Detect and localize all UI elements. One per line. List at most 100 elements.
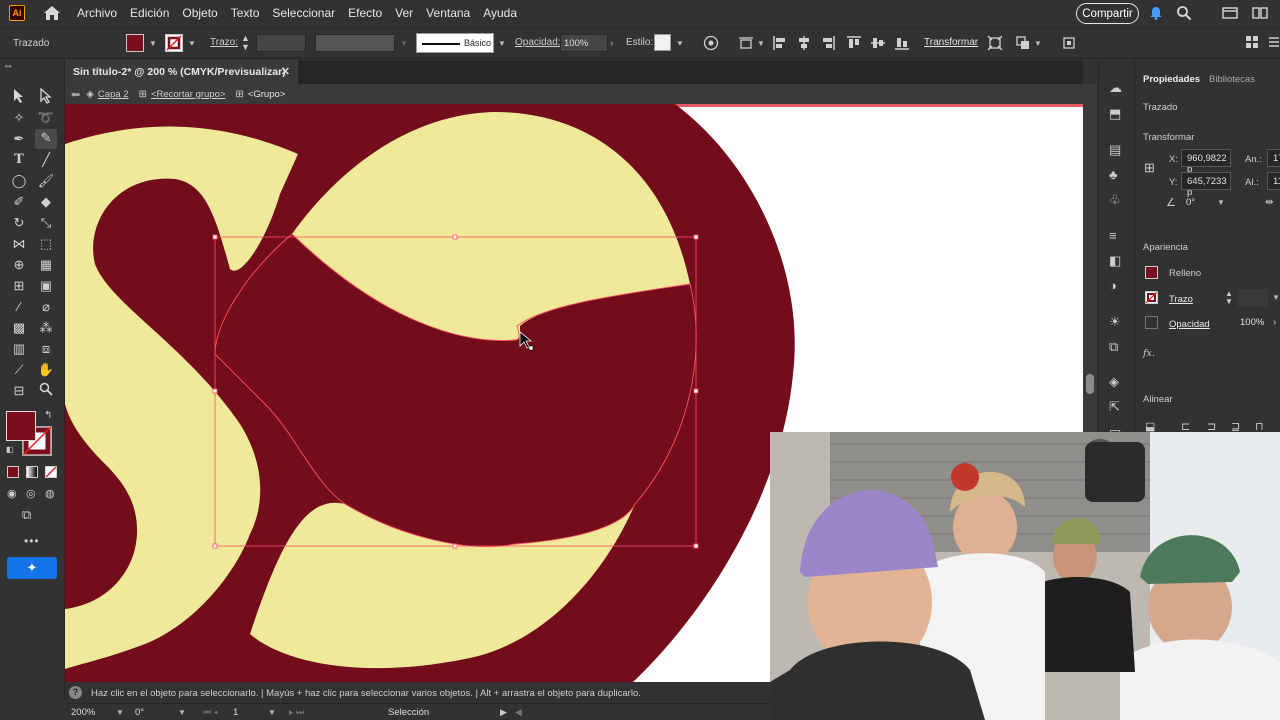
chevron-down-icon[interactable]: ▼ <box>676 39 684 48</box>
opacity-label[interactable]: Opacidad <box>1169 319 1210 330</box>
transform-link[interactable]: Transformar <box>924 37 978 48</box>
chevron-down-icon[interactable]: ▼ <box>178 708 186 717</box>
panel-grid-icon[interactable] <box>1245 35 1259 52</box>
isolate-icon[interactable] <box>987 35 1003 54</box>
rotate-tool-icon[interactable]: ↻ <box>10 214 28 232</box>
opacity-label[interactable]: Opacidad: <box>515 37 561 48</box>
symbols-icon[interactable]: ♧ <box>1109 192 1125 208</box>
brushes-icon[interactable]: ♣ <box>1109 167 1125 183</box>
flip-icon[interactable]: ⇹ <box>1265 197 1273 208</box>
align-vcenter-icon[interactable] <box>870 35 886 54</box>
libraries-icon[interactable]: ☁ <box>1109 80 1125 96</box>
measure-tool-icon[interactable]: ⌀ <box>37 298 55 316</box>
gradient-mode-icon[interactable] <box>26 466 38 478</box>
back-arrow-icon[interactable]: ⬅ <box>71 88 80 101</box>
graphic-style-swatch[interactable] <box>654 34 671 51</box>
gradient-tool-icon[interactable]: ▣ <box>37 277 55 295</box>
zoom-tool-icon[interactable] <box>37 382 55 400</box>
fx-button[interactable]: fx. <box>1143 348 1155 359</box>
column-graph-tool-icon[interactable]: ▥ <box>10 340 28 358</box>
print-tiling-tool-icon[interactable]: ⊟ <box>10 382 28 400</box>
align-to-icon[interactable] <box>738 35 754 54</box>
symbol-sprayer-tool-icon[interactable]: ⁂ <box>37 319 55 337</box>
chevron-left-icon[interactable]: ◀ <box>515 707 522 718</box>
draw-normal-icon[interactable]: ◉ <box>7 487 17 500</box>
align-bottom-icon[interactable] <box>894 35 910 54</box>
free-transform-tool-icon[interactable]: ⬚ <box>37 235 55 253</box>
eraser-tool-icon[interactable]: ◆ <box>37 193 55 211</box>
draw-inside-icon[interactable]: ◍ <box>45 487 55 500</box>
align-top-icon[interactable] <box>846 35 862 54</box>
paintbrush-tool-icon[interactable]: 🖌 <box>37 172 55 190</box>
breadcrumb-layer[interactable]: Capa 2 <box>98 89 129 100</box>
chevron-down-icon[interactable]: ▼ <box>1272 293 1280 302</box>
arrange-documents-icon[interactable] <box>1252 5 1268 21</box>
export-icon[interactable]: ⇱ <box>1109 399 1125 415</box>
chevron-down-icon[interactable]: ▼ <box>188 39 196 48</box>
menu-objeto[interactable]: Objeto <box>182 6 217 20</box>
last-artboard-icon[interactable]: ▸ ⏭ <box>289 707 304 718</box>
collapse-icon[interactable]: ◂◂ <box>4 62 11 70</box>
tab-properties[interactable]: Propiedades <box>1143 74 1200 85</box>
transparency-icon[interactable]: ◑ <box>1109 278 1125 294</box>
magic-wand-tool-icon[interactable]: ✧ <box>10 109 28 127</box>
arrange-icon[interactable] <box>1015 35 1031 54</box>
stroke-weight-label[interactable]: Trazo: <box>210 37 238 48</box>
mesh-tool-icon[interactable]: ⊞ <box>10 277 28 295</box>
stroke-swatch[interactable] <box>165 34 183 52</box>
shaper-tool-icon[interactable]: ✐ <box>10 193 28 211</box>
artboard-tool-icon[interactable]: ⧈ <box>37 340 55 358</box>
fill-swatch[interactable] <box>126 34 144 52</box>
chevron-right-icon[interactable]: ▶ <box>500 707 507 718</box>
breadcrumb-clip-group[interactable]: <Recortar grupo> <box>151 89 225 100</box>
chevron-down-icon[interactable]: ▼ <box>757 39 765 48</box>
stroke-panel-icon[interactable]: ≡ <box>1109 228 1125 244</box>
swap-colors-icon[interactable]: ↰ <box>44 410 52 421</box>
appearance-panel-icon[interactable]: ☀ <box>1109 314 1125 330</box>
x-input[interactable]: 960,9822 p <box>1181 149 1231 175</box>
menu-archivo[interactable]: Archivo <box>77 6 117 20</box>
gradient-panel-icon[interactable]: ◧ <box>1109 253 1125 269</box>
zoom-value[interactable]: 200% <box>71 707 95 718</box>
menu-ver[interactable]: Ver <box>395 6 413 20</box>
slice-tool-icon[interactable]: ⟋ <box>10 361 28 379</box>
line-tool-icon[interactable]: ╱ <box>37 151 55 169</box>
artboard-options-icon[interactable] <box>1061 35 1077 54</box>
panel-menu-icon[interactable] <box>1268 35 1280 52</box>
bell-icon[interactable] <box>1148 5 1164 21</box>
menu-efecto[interactable]: Efecto <box>348 6 382 20</box>
document-tab[interactable]: Sin título-2* @ 200 % (CMYK/Previsualiza… <box>65 60 298 84</box>
curvature-tool-icon[interactable]: ✎ <box>35 129 57 149</box>
perspective-grid-tool-icon[interactable]: ▦ <box>37 256 55 274</box>
stepper-icon[interactable]: ▲ ▼ <box>1225 290 1233 306</box>
stroke-weight-input[interactable] <box>256 34 306 52</box>
opacity-input[interactable]: 100% <box>1235 314 1271 332</box>
hand-tool-icon[interactable]: ✋ <box>37 361 55 379</box>
type-tool-icon[interactable]: T <box>10 151 28 169</box>
screen-mode-icon[interactable]: ⧉ <box>22 507 31 523</box>
opacity-input[interactable]: 100% <box>560 34 608 52</box>
chevron-right-icon[interactable]: › <box>1273 317 1276 328</box>
recolor-icon[interactable] <box>703 35 719 54</box>
search-icon[interactable] <box>1176 5 1192 21</box>
eyedropper-tool-icon[interactable]: ⁄ <box>10 298 28 316</box>
artboard-number[interactable]: 1 <box>233 707 238 718</box>
chevron-down-icon[interactable]: ▼ <box>1034 39 1042 48</box>
fill-color-box[interactable] <box>6 411 36 441</box>
default-colors-icon[interactable]: ◧ <box>6 445 14 454</box>
menu-seleccionar[interactable]: Seleccionar <box>272 6 335 20</box>
sparkle-ai-button[interactable]: ✦ <box>7 557 57 579</box>
none-mode-icon[interactable] <box>45 466 57 478</box>
ellipse-tool-icon[interactable]: ◯ <box>10 172 28 190</box>
share-button[interactable]: Compartir <box>1076 3 1139 24</box>
first-artboard-icon[interactable]: ⏮ ◂ <box>203 707 218 718</box>
pen-tool-icon[interactable]: ✒ <box>10 130 28 148</box>
height-input[interactable]: 11 <box>1267 172 1280 190</box>
y-input[interactable]: 645,7233 p <box>1181 172 1231 198</box>
color-mode-icon[interactable] <box>7 466 19 478</box>
layers-icon[interactable]: ◈ <box>1109 374 1125 390</box>
fill-swatch[interactable] <box>1145 266 1158 279</box>
scrollbar-thumb[interactable] <box>1086 374 1094 394</box>
scale-tool-icon[interactable]: ⤡ <box>37 214 55 232</box>
chevron-down-icon[interactable]: ▼ <box>149 39 157 48</box>
